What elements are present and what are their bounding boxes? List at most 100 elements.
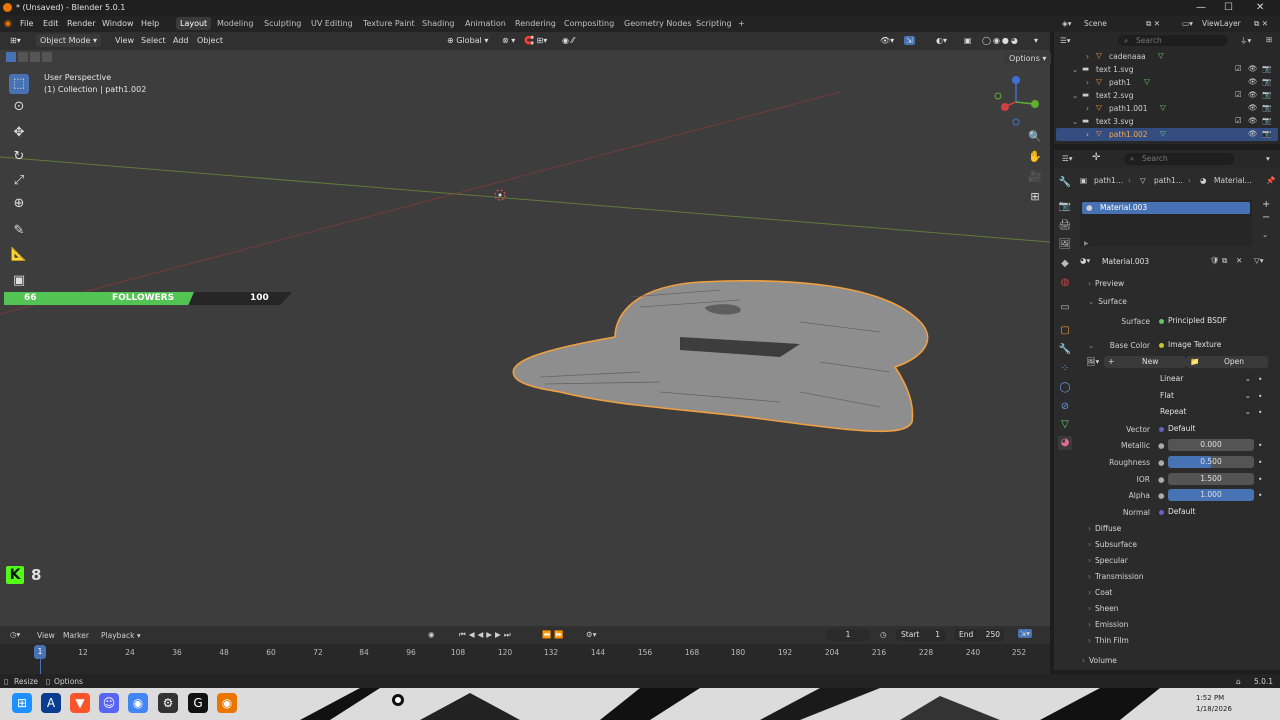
windows-start-icon[interactable]: ⊞ — [12, 693, 32, 713]
section-preview[interactable]: › Preview — [1088, 279, 1124, 288]
brave-browser-icon[interactable]: ▼ — [70, 693, 90, 713]
tab-modeling[interactable]: Modeling — [217, 19, 253, 28]
scene-icon[interactable]: ◈▾ — [1062, 19, 1072, 28]
selection-mode-icons[interactable] — [6, 52, 72, 64]
view-layer-icon[interactable]: ▭▾ — [1182, 19, 1193, 28]
tab-animation[interactable]: Animation — [465, 19, 506, 28]
tool-tab-icon[interactable]: 🔧 — [1058, 176, 1072, 190]
tab-scripting[interactable]: Scripting — [696, 19, 732, 28]
discord-icon[interactable]: ☺ — [99, 693, 119, 713]
section-surface[interactable]: ⌄ Surface — [1088, 297, 1127, 306]
vector-field[interactable]: Default — [1156, 423, 1254, 435]
camera-view-icon[interactable]: 🎥 — [1025, 167, 1045, 187]
roughness-slider[interactable]: 0.500 — [1168, 456, 1254, 468]
properties-editor-icon[interactable]: ☰▾ — [1062, 154, 1073, 163]
material-browse-icon[interactable]: ◕▾ — [1080, 256, 1090, 265]
menu-window[interactable]: Window — [102, 19, 134, 28]
outliner-row[interactable]: › ▽ cadenaaa ▽ — [1054, 50, 1280, 63]
metallic-slider[interactable]: 0.000 — [1168, 439, 1254, 451]
tab-compositing[interactable]: Compositing — [564, 19, 614, 28]
extension-dropdown[interactable]: Repeat ⌄ — [1156, 406, 1254, 418]
base-color-field[interactable]: Image Texture — [1156, 339, 1254, 351]
steam-icon[interactable]: ⚙ — [158, 693, 178, 713]
tab-layout[interactable]: Layout — [176, 17, 212, 30]
render-camera-icon[interactable]: 📷 — [1262, 64, 1271, 73]
visibility-icon[interactable]: 👁▾ — [880, 36, 894, 45]
alpha-slider[interactable]: 1.000 — [1168, 489, 1254, 501]
close-button[interactable]: ✕ — [1256, 2, 1264, 13]
projection-dropdown[interactable]: Flat ⌄ — [1156, 390, 1254, 402]
record-icon[interactable]: ◉ — [428, 630, 435, 639]
viewport-menu-select[interactable]: Select — [141, 36, 166, 45]
outliner-row[interactable]: ⌄ ▬ text 3.svg ☑ 👁 📷 — [1054, 115, 1280, 128]
section-thin-film[interactable]: › Thin Film — [1088, 636, 1129, 645]
normal-field[interactable]: Default — [1156, 506, 1254, 518]
scene-name[interactable]: Scene — [1084, 19, 1107, 28]
annotate-tool-icon[interactable]: ✎ — [9, 221, 29, 241]
playback-controls-icon[interactable]: ⏮◀◀▶▶⏭ — [459, 630, 514, 640]
tab-shading[interactable]: Shading — [422, 19, 455, 28]
duplicate-icon[interactable]: ⧉ — [1222, 256, 1227, 266]
view-layer-tab-icon[interactable]: 🖼 — [1058, 238, 1072, 252]
particles-tab-icon[interactable]: ⁘ — [1058, 362, 1072, 376]
rotate-tool-icon[interactable]: ↻ — [9, 147, 29, 167]
section-volume[interactable]: › Volume — [1082, 656, 1117, 665]
cursor-tool-icon[interactable]: ⊙ — [9, 97, 29, 117]
transform-orientation-dropdown[interactable]: ⊕ Global ▾ — [447, 36, 488, 45]
add-cube-tool-icon[interactable]: ▣ — [9, 271, 29, 291]
unlink-icon[interactable]: ✕ — [1236, 256, 1242, 265]
eye-icon[interactable]: 👁 — [1248, 77, 1258, 86]
chrome-icon[interactable]: ◉ — [128, 693, 148, 713]
outliner-row-selected[interactable]: › ▽ path1.002 ▽ 👁 📷 — [1056, 128, 1278, 141]
current-frame-marker[interactable]: 1 — [34, 645, 46, 659]
section-specular[interactable]: › Specular — [1088, 556, 1128, 565]
viewport-menu-view[interactable]: View — [115, 36, 134, 45]
pan-hand-icon[interactable]: ✋ — [1025, 147, 1045, 167]
material-slot-selected[interactable]: ● Material.003 — [1082, 202, 1250, 214]
material-name-field[interactable]: Material.003 — [1098, 256, 1206, 268]
scene-tab-icon[interactable]: ◆ — [1058, 257, 1072, 271]
menu-file[interactable]: File — [20, 19, 33, 28]
collection-tab-icon[interactable]: ▭ — [1058, 301, 1072, 315]
timeline-view-icon[interactable]: ⇲▾ — [1018, 629, 1033, 638]
checkbox-icon[interactable]: ☑ — [1235, 90, 1242, 99]
auto-key-icon[interactable]: ⚙▾ — [586, 630, 597, 639]
current-frame-field[interactable]: 1 — [826, 629, 870, 641]
timeline-menu-playback[interactable]: Playback ▾ — [101, 631, 141, 640]
filter-icon[interactable]: ⏚▾ — [1240, 35, 1251, 46]
material-tab-icon[interactable]: ◕ — [1058, 436, 1072, 450]
metallic-keyframe-dot[interactable]: • — [1258, 441, 1262, 450]
eye-icon[interactable]: 👁 — [1248, 64, 1258, 73]
section-coat[interactable]: › Coat — [1088, 588, 1112, 597]
render-camera-icon[interactable]: 📷 — [1262, 77, 1271, 86]
shading-options-icon[interactable]: ▾ — [1034, 36, 1038, 45]
viewport-menu-object[interactable]: Object — [197, 36, 223, 45]
gizmo-toggle-icon[interactable]: ⇲ — [904, 36, 915, 45]
section-subsurface[interactable]: › Subsurface — [1088, 540, 1137, 549]
transform-tool-icon[interactable]: ⊕ — [9, 194, 29, 214]
blender-taskbar-icon[interactable]: ◉ — [217, 693, 237, 713]
world-tab-icon[interactable]: ◍ — [1058, 276, 1072, 290]
scene-new-icon[interactable]: ⧉ ✕ — [1146, 19, 1160, 29]
remove-slot-icon[interactable]: − — [1262, 212, 1270, 223]
tab-uv-editing[interactable]: UV Editing — [311, 19, 353, 28]
shading-modes-icon[interactable]: ◯◉●◕ — [982, 36, 1020, 45]
blender-menu-icon[interactable]: ◉ — [4, 19, 12, 29]
tab-rendering[interactable]: Rendering — [515, 19, 556, 28]
fake-user-icon[interactable]: 🛡 — [1210, 256, 1220, 265]
start-frame-field[interactable]: Start 1 — [896, 629, 946, 641]
viewport-menu-add[interactable]: Add — [173, 36, 189, 45]
slot-specials-icon[interactable]: ⌄ — [1262, 230, 1268, 239]
outliner-row[interactable]: ⌄ ▬ text 1.svg ☑ 👁 📷 — [1054, 63, 1280, 76]
menu-edit[interactable]: Edit — [43, 19, 59, 28]
tab-geometry-nodes[interactable]: Geometry Nodes — [624, 19, 691, 28]
outliner-row[interactable]: › ▽ path1 ▽ 👁 📷 — [1054, 76, 1280, 89]
eye-icon[interactable]: 👁 — [1248, 103, 1258, 112]
view-layer-new-icon[interactable]: ⧉ ✕ — [1254, 19, 1268, 29]
object-tab-icon[interactable]: ▢ — [1058, 324, 1072, 338]
maximize-button[interactable]: ☐ — [1224, 2, 1233, 13]
3d-viewport[interactable] — [0, 32, 1050, 626]
pin-icon[interactable]: 📌 — [1266, 176, 1275, 185]
editor-type-icon[interactable]: ⊞▾ — [10, 36, 21, 45]
timeline-area[interactable] — [0, 644, 1050, 674]
